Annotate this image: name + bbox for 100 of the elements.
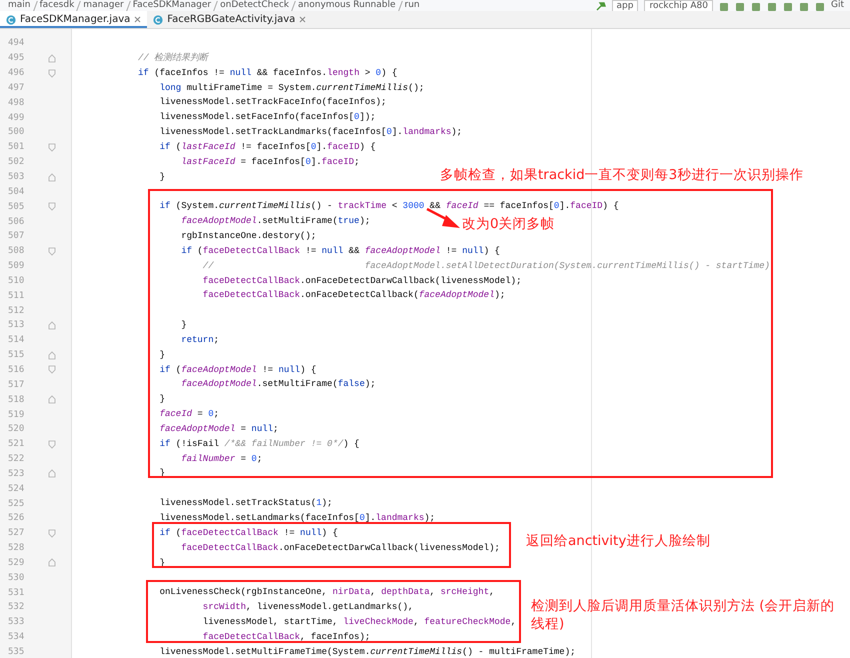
toolbar-icon[interactable] [750,2,761,11]
code-line: // faceAdoptModel.setAllDetectDuration(System.currentTimeMillis() - startTime) [202,260,770,273]
line-number: 515 [7,350,26,360]
line-number: 518 [7,394,26,405]
code-line: } [158,348,166,362]
line-number: 525 [7,498,26,509]
fold-icon[interactable] [48,469,56,478]
fold-icon[interactable] [48,172,56,182]
line-number: 502 [7,157,26,168]
fold-icon[interactable] [48,202,56,212]
line-number: 512 [7,306,26,316]
code-line: livenessModel.setMultiFrameTime(System.currentTimeMillis() - multiFrameTime); [158,646,576,658]
code-line: rgbInstanceOne.destory(); [180,230,316,243]
code-line: faceDetectCallBack.onFaceDetectCallback(faceAdoptModel); [202,289,506,302]
code-line: if (lastFaceId != faceInfos[0].faceID) { [158,140,376,154]
class-icon [153,14,164,24]
toolbar-icon[interactable] [766,2,777,11]
fold-icon[interactable] [48,246,56,256]
line-number: 506 [7,216,26,227]
code-line: faceAdoptModel = null; [158,422,278,436]
code-line: lastFaceId = faceInfos[0].faceID; [180,156,360,169]
breadcrumb-item[interactable]: FaceSDKManager [132,0,212,11]
line-number: 510 [7,276,26,286]
fold-icon[interactable] [48,142,56,152]
file-tab[interactable]: FaceSDKManager.java [0,11,148,28]
line-number: 499 [7,112,26,123]
fold-icon[interactable] [48,528,56,538]
code-line: return; [180,334,220,347]
device-selector[interactable]: rockchip A80 [644,0,713,11]
line-number: 517 [7,380,26,390]
line-number: 516 [7,364,26,375]
toolbar-icon[interactable] [782,2,793,11]
breadcrumb-item[interactable]: onDetectCheck [220,0,290,11]
fold-icon[interactable] [48,558,56,568]
toolbar-icon[interactable] [814,2,825,11]
file-tab[interactable]: FaceRGBGateActivity.java [147,11,312,28]
toolbar-icon[interactable] [798,2,809,11]
code-line: } [180,319,187,332]
code-line: long multiFrameTime = System.currentTimeMillis(); [158,82,424,95]
line-number: 503 [7,172,26,182]
line-number: 513 [7,320,26,330]
line-number: 519 [7,410,26,420]
annotation-arrow [426,208,460,228]
breadcrumb-item[interactable]: anonymous Runnable [298,0,396,11]
code-line: if (faceDetectCallBack != null && faceAdoptModel != null) { [180,244,500,258]
fold-icon[interactable] [48,395,56,404]
code-line: faceAdoptModel.setMultiFrame(true); [180,215,370,228]
code-line: if (faceInfos != null && faceInfos.length > 0) { [138,66,398,80]
code-line: } [158,170,166,184]
code-line: if (System.currentTimeMillis() - trackTime < 3000 && faceId == faceInfos[0].faceID) { [158,200,619,214]
line-number: 529 [7,558,26,568]
line-number: 528 [7,543,26,554]
breadcrumb-item[interactable]: main [8,0,30,11]
code-line: livenessModel.setLandmarks(faceInfos[0].landmarks); [158,512,436,525]
fold-icon[interactable] [48,320,56,330]
breadcrumb-item[interactable]: facesdk [40,0,74,11]
annotation-note: 改为0关闭多帧 [462,215,556,233]
close-icon[interactable] [134,16,142,23]
breadcrumb-item[interactable]: manager [83,0,124,11]
line-number: 498 [7,98,26,108]
line-number: 531 [7,588,26,598]
code-line: faceDetectCallBack.onFaceDetectDarwCallback(livenessModel); [202,274,522,288]
code-line: faceAdoptModel.setMultiFrame(false); [180,378,376,392]
line-number: 524 [7,484,26,494]
code-line: if (faceAdoptModel != null) { [158,364,316,377]
git-label[interactable]: Git [830,0,844,11]
toolbar-icon[interactable] [734,2,745,11]
line-number: 500 [7,127,26,138]
code-line: // 检测结果判断 [138,52,208,65]
hammer-icon[interactable] [596,2,606,11]
line-number: 494 [7,38,26,48]
code-line: livenessModel.setTrackFaceInfo(faceInfos); [158,96,386,110]
line-number: 520 [7,424,26,434]
line-number: 526 [7,513,26,524]
code-line: srcWidth, livenessModel.getLandmarks(), [202,601,414,614]
line-number: 534 [7,632,26,642]
line-number: 504 [7,186,26,197]
line-number: 507 [7,231,26,242]
line-number: 501 [7,142,26,152]
line-number: 511 [7,290,26,301]
code-line: livenessModel, startTime, liveCheckMode, featureCheckMode, [202,616,516,629]
fold-icon[interactable] [48,440,56,449]
code-line: livenessModel.setTrackStatus(1); [158,497,332,510]
close-icon[interactable] [299,16,306,23]
annotation-note: 返回给anctivity进行人脸绘制 [526,532,712,550]
class-icon [6,14,16,24]
line-number: 521 [7,439,26,450]
line-number: 523 [7,468,26,479]
code-line: failNumber = 0; [180,452,262,466]
code-line: faceDetectCallBack.onFaceDetectDarwCallback(livenessModel); [180,542,500,555]
code-line: livenessModel.setTrackLandmarks(faceInfos[0].landmarks); [158,126,462,140]
line-number: 532 [7,602,26,612]
breadcrumb-item[interactable]: run [404,0,420,11]
module-selector[interactable]: app [612,0,638,11]
line-number: 505 [7,202,26,212]
toolbar-icon[interactable] [718,2,729,11]
line-number: 514 [7,335,26,346]
line-number: 496 [7,68,26,78]
annotation-note: 检测到人脸后调用质量活体识别方法 (会开启新的线程) [531,597,836,633]
code-line: if (!isFail /*&& failNumber != 0*/) { [158,438,360,451]
